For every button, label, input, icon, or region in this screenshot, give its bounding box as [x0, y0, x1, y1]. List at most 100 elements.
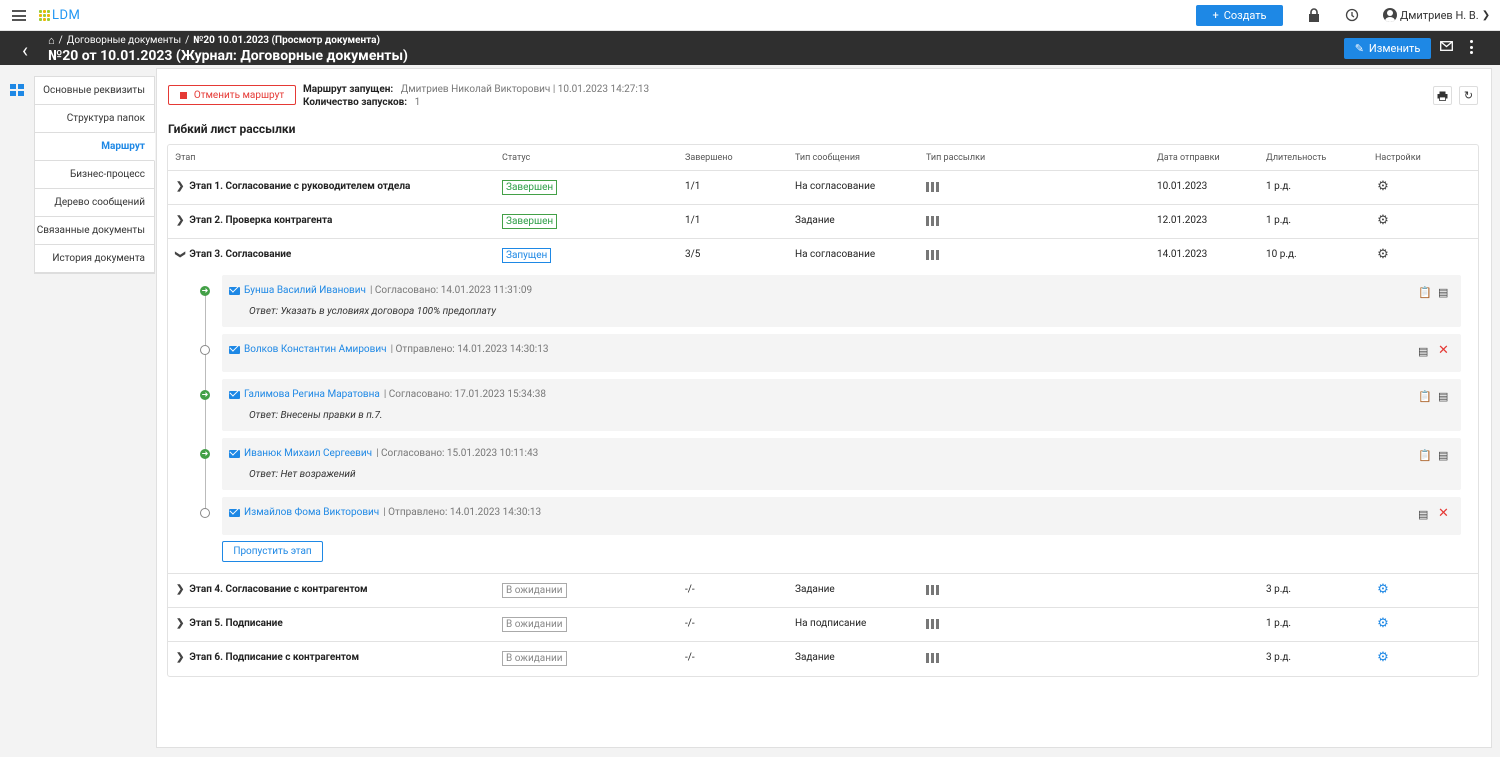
launch-count-value: 1 — [414, 97, 421, 108]
tab-route[interactable]: Маршрут — [35, 133, 155, 161]
stage-date: 10.01.2023 — [1157, 181, 1208, 192]
gear-icon[interactable]: ⚙ — [1376, 583, 1390, 597]
card-icon[interactable]: ▤ — [1418, 508, 1428, 521]
stage-duration: 1 р.д. — [1266, 618, 1292, 629]
table-row[interactable]: ❯ Этап 4. Согласование с контрагентом В о… — [168, 574, 1478, 608]
table-row[interactable]: ❯ Этап 1. Согласование с руководителем от… — [168, 171, 1478, 205]
timeline-line — [205, 292, 206, 513]
close-icon[interactable]: ✕ — [1438, 343, 1449, 358]
chevron-right-icon[interactable]: ❯ — [176, 215, 184, 226]
menu-icon[interactable] — [12, 10, 26, 21]
stage-duration: 1 р.д. — [1266, 181, 1292, 192]
clipboard-icon[interactable]: 📋 — [1418, 390, 1432, 403]
mail-icon — [229, 286, 240, 295]
mail-icon[interactable] — [1440, 40, 1453, 55]
status-badge: Завершен — [502, 214, 558, 229]
list-item[interactable]: Галимова Регина Маратовна | Согласовано: … — [222, 379, 1461, 431]
participant-name[interactable]: Бунша Василий Иванович — [244, 285, 366, 296]
user-menu[interactable]: Дмитриев Н. В. ❯ — [1383, 8, 1490, 22]
participant-info: | Отправлено: 14.01.2023 14:30:13 — [390, 344, 549, 355]
chevron-right-icon[interactable]: ❯ — [176, 618, 184, 629]
participant-info: | Согласовано: 15.01.2023 10:11:43 — [376, 448, 539, 459]
participant-name[interactable]: Галимова Регина Маратовна — [244, 389, 380, 400]
logo[interactable]: LDM — [39, 8, 80, 23]
more-icon[interactable] — [1470, 40, 1474, 57]
gear-icon[interactable]: ⚙ — [1376, 214, 1390, 228]
parallel-icon — [926, 585, 939, 595]
stage-message-type: На подписание — [795, 618, 867, 629]
stage-duration: 10 р.д. — [1266, 249, 1297, 260]
status-badge: Запущен — [502, 248, 552, 263]
stage-name: Этап 5. Подписание — [189, 618, 283, 629]
table-row[interactable]: ❯ Этап 3. Согласование Запущен 3/5 На сог… — [168, 239, 1478, 273]
participant-name[interactable]: Измайлов Фома Викторович — [244, 507, 379, 518]
history-icon[interactable] — [1344, 7, 1360, 23]
stage-message-type: Задание — [795, 215, 835, 226]
gear-icon[interactable]: ⚙ — [1376, 651, 1390, 665]
avatar-icon — [1383, 8, 1397, 22]
col-duration: Длительность — [1266, 152, 1327, 163]
breadcrumb-journal[interactable]: Договорные документы — [67, 35, 181, 46]
chevron-right-icon[interactable]: ❯ — [176, 584, 184, 595]
chevron-right-icon[interactable]: ❯ — [176, 652, 184, 663]
parallel-icon — [926, 216, 939, 226]
list-item[interactable]: Измайлов Фома Викторович | Отправлено: 14… — [222, 497, 1461, 535]
tab-message-tree[interactable]: Дерево сообщений — [35, 189, 154, 217]
mailing-table: Этап Статус Завершено Тип сообщения Тип … — [167, 144, 1479, 677]
create-button[interactable]: + Создать — [1196, 5, 1283, 26]
stop-icon — [179, 91, 187, 99]
user-name: Дмитриев Н. В. — [1400, 8, 1479, 22]
parallel-icon — [926, 250, 939, 260]
route-panel: Отменить маршрут Маршрут запущен: Дмитри… — [156, 68, 1492, 748]
sidebar-toggle-icon[interactable] — [10, 84, 24, 96]
cancel-route-button[interactable]: Отменить маршрут — [168, 85, 296, 105]
plus-icon: + — [1212, 9, 1219, 22]
stage-name: Этап 4. Согласование с контрагентом — [189, 584, 368, 595]
table-row[interactable]: ❯ Этап 5. Подписание В ожидании -/- На по… — [168, 608, 1478, 642]
stage-duration: 1 р.д. — [1266, 215, 1292, 226]
status-badge: В ожидании — [502, 651, 567, 666]
close-icon[interactable]: ✕ — [1438, 506, 1449, 521]
pencil-icon: ✎ — [1354, 42, 1364, 55]
edit-label: Изменить — [1368, 42, 1421, 55]
col-mailing-type: Тип рассылки — [926, 152, 986, 163]
lock-icon[interactable] — [1306, 7, 1322, 23]
participant-info: | Отправлено: 14.01.2023 14:30:13 — [383, 507, 542, 518]
tab-business-process[interactable]: Бизнес-процесс — [35, 161, 154, 189]
skip-stage-button[interactable]: Пропустить этап — [222, 541, 323, 562]
chevron-right-icon[interactable]: ❯ — [176, 181, 184, 192]
card-icon[interactable]: ▤ — [1418, 345, 1428, 358]
tab-document-history[interactable]: История документа — [35, 245, 154, 273]
parallel-icon — [926, 182, 939, 192]
table-row[interactable]: ❯ Этап 6. Подписание с контрагентом В ожи… — [168, 642, 1478, 676]
tab-main-details[interactable]: Основные реквизиты — [35, 77, 154, 105]
card-icon[interactable]: ▤ — [1438, 449, 1448, 462]
participant-name[interactable]: Волков Константин Амирович — [244, 344, 387, 355]
list-item[interactable]: Волков Константин Амирович | Отправлено: … — [222, 334, 1461, 372]
parallel-icon — [926, 653, 939, 663]
gear-icon[interactable]: ⚙ — [1376, 180, 1390, 194]
tab-folder-structure[interactable]: Структура папок — [35, 105, 154, 133]
print-icon[interactable] — [1433, 86, 1452, 105]
refresh-icon[interactable]: ↻ — [1459, 86, 1478, 105]
mail-icon — [229, 449, 240, 458]
clipboard-icon[interactable]: 📋 — [1418, 286, 1432, 299]
card-icon[interactable]: ▤ — [1438, 390, 1448, 403]
participant-name[interactable]: Иванюк Михаил Сергеевич — [244, 448, 372, 459]
status-badge: В ожидании — [502, 617, 567, 632]
list-item[interactable]: Бунша Василий Иванович | Согласовано: 14.… — [222, 275, 1461, 327]
table-row[interactable]: ❯ Этап 2. Проверка контрагента Завершен 1… — [168, 205, 1478, 239]
card-icon[interactable]: ▤ — [1438, 286, 1448, 299]
col-done: Завершено — [685, 152, 733, 163]
chevron-down-icon[interactable]: ❯ — [175, 250, 186, 258]
home-icon[interactable]: ⌂ — [48, 34, 55, 47]
participant-answer: Ответ: Внесены правки в п.7. — [249, 410, 383, 421]
gear-icon[interactable]: ⚙ — [1376, 248, 1390, 262]
back-icon[interactable]: ‹ — [22, 38, 28, 62]
stage-message-type: На согласование — [795, 249, 876, 260]
list-item[interactable]: Иванюк Михаил Сергеевич | Согласовано: 15… — [222, 438, 1461, 490]
edit-button[interactable]: ✎ Изменить — [1344, 38, 1431, 59]
tab-related-documents[interactable]: Связанные документы — [35, 217, 154, 245]
gear-icon[interactable]: ⚙ — [1376, 617, 1390, 631]
clipboard-icon[interactable]: 📋 — [1418, 449, 1432, 462]
